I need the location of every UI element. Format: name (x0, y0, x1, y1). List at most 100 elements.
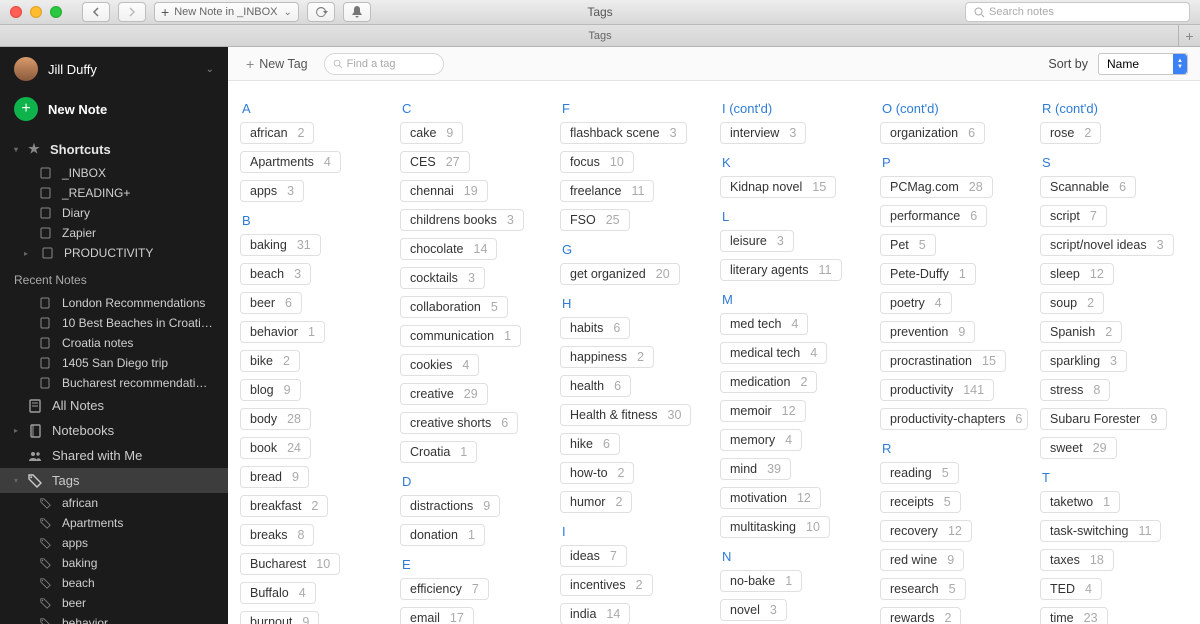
shortcut-item[interactable]: Zapier (0, 223, 228, 243)
recent-note-item[interactable]: 1405 San Diego trip (0, 353, 228, 373)
sort-select[interactable]: Name ▲▼ (1098, 53, 1188, 75)
tag-chip[interactable]: how-to2 (560, 462, 634, 484)
tag-chip[interactable]: Scannable6 (1040, 176, 1136, 198)
tag-chip[interactable]: Pet5 (880, 234, 936, 256)
tag-chip[interactable]: behavior1 (240, 321, 325, 343)
tag-chip[interactable]: script/novel ideas3 (1040, 234, 1174, 256)
tag-chip[interactable]: Pete-Duffy1 (880, 263, 976, 285)
tag-chip[interactable]: motivation12 (720, 487, 821, 509)
tag-chip[interactable]: ideas7 (560, 545, 627, 567)
tag-chip[interactable]: sparkling3 (1040, 350, 1127, 372)
tag-chip[interactable]: rose2 (1040, 122, 1101, 144)
close-window-button[interactable] (10, 6, 22, 18)
search-field[interactable]: Search notes (965, 2, 1190, 22)
add-tab-button[interactable]: + (1178, 25, 1200, 47)
nav-shared[interactable]: Shared with Me (0, 443, 228, 468)
tag-chip[interactable]: time23 (1040, 607, 1108, 624)
account-switcher[interactable]: Jill Duffy ⌄ (0, 47, 228, 87)
zoom-window-button[interactable] (50, 6, 62, 18)
tag-chip[interactable]: sweet29 (1040, 437, 1117, 459)
tag-chip[interactable]: cake9 (400, 122, 463, 144)
tag-chip[interactable]: book24 (240, 437, 311, 459)
tag-chip[interactable]: sleep12 (1040, 263, 1114, 285)
sidebar-tag-item[interactable]: african (0, 493, 228, 513)
tag-chip[interactable]: FSO25 (560, 209, 630, 231)
tag-chip[interactable]: memoir12 (720, 400, 806, 422)
tag-chip[interactable]: hike6 (560, 433, 620, 455)
tag-chip[interactable]: apps3 (240, 180, 304, 202)
minimize-window-button[interactable] (30, 6, 42, 18)
tag-chip[interactable]: med tech4 (720, 313, 808, 335)
shortcut-item[interactable]: ▸PRODUCTIVITY (0, 243, 228, 263)
tag-chip[interactable]: beer6 (240, 292, 302, 314)
tag-chip[interactable]: india14 (560, 603, 630, 624)
tag-chip[interactable]: baking31 (240, 234, 321, 256)
tag-chip[interactable]: flashback scene3 (560, 122, 687, 144)
tag-chip[interactable]: cocktails3 (400, 267, 485, 289)
tag-chip[interactable]: african2 (240, 122, 314, 144)
tag-chip[interactable]: Croatia1 (400, 441, 477, 463)
new-tag-button[interactable]: + New Tag (240, 56, 314, 72)
tag-chip[interactable]: mind39 (720, 458, 791, 480)
tag-chip[interactable]: no-bake1 (720, 570, 802, 592)
tag-chip[interactable]: procrastination15 (880, 350, 1006, 372)
tag-chip[interactable]: medical tech4 (720, 342, 827, 364)
shortcuts-header[interactable]: ▾ ★ Shortcuts (0, 135, 228, 163)
tag-chip[interactable]: bread9 (240, 466, 309, 488)
tag-chip[interactable]: Spanish2 (1040, 321, 1122, 343)
tag-chip[interactable]: rewards2 (880, 607, 961, 624)
sidebar-tag-item[interactable]: baking (0, 553, 228, 573)
tag-chip[interactable]: donation1 (400, 524, 485, 546)
tag-chip[interactable]: CES27 (400, 151, 470, 173)
recent-note-item[interactable]: Bucharest recommendations for v… (0, 373, 228, 393)
tag-chip[interactable]: communication1 (400, 325, 521, 347)
tag-chip[interactable]: novel3 (720, 599, 787, 621)
tag-chip[interactable]: red wine9 (880, 549, 964, 571)
tag-chip[interactable]: script7 (1040, 205, 1107, 227)
new-note-button[interactable]: + New Note (0, 87, 228, 135)
shortcut-item[interactable]: Diary (0, 203, 228, 223)
tag-chip[interactable]: freelance11 (560, 180, 654, 202)
tab-tags[interactable]: Tags (588, 30, 611, 42)
tag-chip[interactable]: poetry4 (880, 292, 952, 314)
notifications-button[interactable] (343, 2, 371, 22)
recent-note-item[interactable]: London Recommendations (0, 293, 228, 313)
tag-chip[interactable]: PCMag.com28 (880, 176, 993, 198)
tag-chip[interactable]: creative shorts6 (400, 412, 518, 434)
sidebar-tag-item[interactable]: behavior (0, 613, 228, 624)
tag-chip[interactable]: recovery12 (880, 520, 972, 542)
tag-chip[interactable]: humor2 (560, 491, 632, 513)
tag-chip[interactable]: performance6 (880, 205, 987, 227)
tag-chip[interactable]: bike2 (240, 350, 300, 372)
tag-chip[interactable]: Health & fitness30 (560, 404, 691, 426)
tag-chip[interactable]: get organized20 (560, 263, 680, 285)
tag-chip[interactable]: stress8 (1040, 379, 1110, 401)
tag-chip[interactable]: email17 (400, 607, 474, 624)
tag-chip[interactable]: organization6 (880, 122, 985, 144)
tag-chip[interactable]: efficiency7 (400, 578, 489, 600)
tag-chip[interactable]: happiness2 (560, 346, 654, 368)
sidebar-tag-item[interactable]: beach (0, 573, 228, 593)
tag-chip[interactable]: incentives2 (560, 574, 653, 596)
tag-chip[interactable]: distractions9 (400, 495, 500, 517)
tag-chip[interactable]: interview3 (720, 122, 806, 144)
sidebar-tag-item[interactable]: Apartments (0, 513, 228, 533)
nav-all-notes[interactable]: All Notes (0, 393, 228, 418)
tag-chip[interactable]: taketwo1 (1040, 491, 1120, 513)
tag-chip[interactable]: burnout9 (240, 611, 319, 624)
nav-notebooks[interactable]: ▸ Notebooks (0, 418, 228, 443)
tag-chip[interactable]: memory4 (720, 429, 802, 451)
tag-chip[interactable]: breaks8 (240, 524, 314, 546)
tag-chip[interactable]: creative29 (400, 383, 488, 405)
nav-tags[interactable]: ▾ Tags (0, 468, 228, 493)
tag-chip[interactable]: beach3 (240, 263, 311, 285)
tag-chip[interactable]: Buffalo4 (240, 582, 316, 604)
tag-chip[interactable]: breakfast2 (240, 495, 328, 517)
tag-chip[interactable]: Bucharest10 (240, 553, 340, 575)
tag-chip[interactable]: Kidnap novel15 (720, 176, 836, 198)
tag-chip[interactable]: TED4 (1040, 578, 1102, 600)
tag-chip[interactable]: receipts5 (880, 491, 961, 513)
tag-chip[interactable]: task-switching11 (1040, 520, 1161, 542)
tag-chip[interactable]: productivity-chapters6 (880, 408, 1028, 430)
shortcut-item[interactable]: _INBOX (0, 163, 228, 183)
